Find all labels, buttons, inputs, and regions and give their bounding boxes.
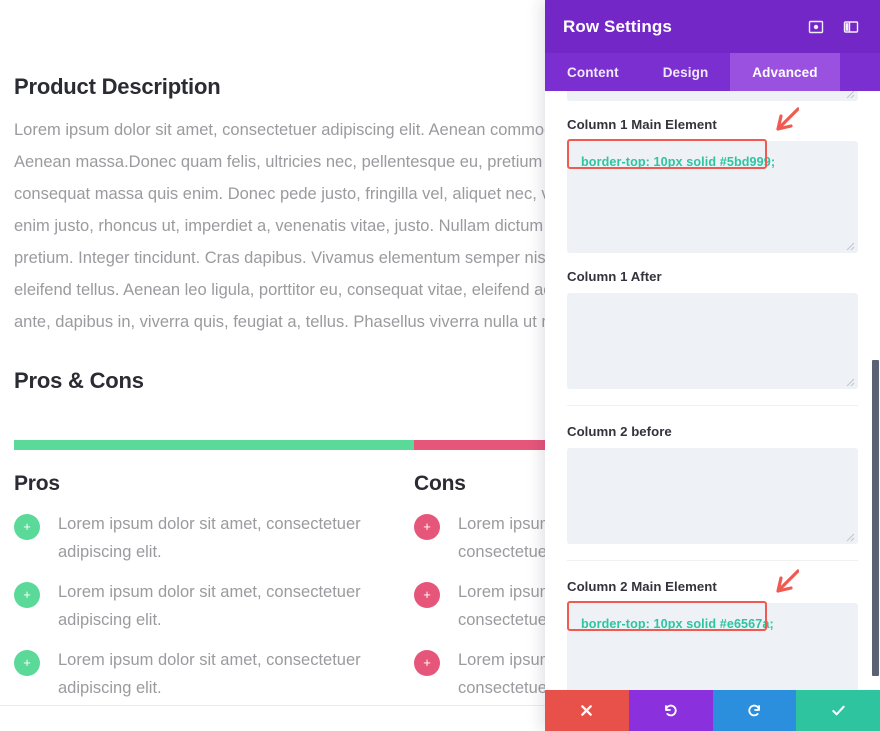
pros-top-border — [14, 440, 414, 450]
pros-item: + Lorem ipsum dolor sit amet, consectetue… — [14, 646, 386, 702]
column-top-borders — [14, 440, 560, 450]
undo-button[interactable] — [629, 690, 713, 731]
custom-css-textarea[interactable] — [567, 448, 858, 544]
settings-field: Column 1 Main Element border-top: 10px so… — [567, 117, 858, 269]
resize-handle-icon[interactable] — [843, 239, 855, 251]
cons-item: +Lorem ipsum dolor sit amet, consectetue… — [414, 646, 560, 702]
row-settings-panel: Row Settings Content Design Advanced Col… — [545, 0, 880, 731]
page-content: Product Description Lorem ipsum dolor si… — [0, 0, 560, 731]
resize-handle-icon[interactable] — [843, 375, 855, 387]
pros-title: Pros — [14, 472, 386, 496]
screen-root: Product Description Lorem ipsum dolor si… — [0, 0, 880, 731]
redo-button[interactable] — [713, 690, 797, 731]
settings-field: Column 2 Main Element border-top: 10px so… — [567, 579, 858, 690]
pros-item: + Lorem ipsum dolor sit amet, consectetue… — [14, 578, 386, 634]
custom-css-textarea[interactable] — [567, 91, 858, 101]
cancel-button[interactable] — [545, 690, 629, 731]
pros-cons-module: Pros + Lorem ipsum dolor sit amet, consec… — [14, 440, 560, 714]
panel-footer — [545, 690, 880, 731]
plus-circle-icon: + — [14, 582, 40, 608]
resize-handle-icon[interactable] — [843, 91, 855, 99]
cons-item: +Lorem ipsum dolor sit amet, consectetue… — [414, 578, 560, 634]
pros-item-text: Lorem ipsum dolor sit amet, consectetuer… — [58, 578, 386, 634]
cons-column: Cons +Lorem ipsum dolor sit amet, consec… — [414, 472, 560, 714]
settings-field — [567, 91, 858, 117]
pros-item-text: Lorem ipsum dolor sit amet, consectetuer… — [58, 510, 386, 566]
resize-handle-icon[interactable] — [843, 530, 855, 542]
pros-item-text: Lorem ipsum dolor sit amet, consectetuer… — [58, 646, 386, 702]
cons-list: +Lorem ipsum dolor sit amet, consectetue… — [414, 510, 560, 702]
plus-circle-icon: + — [14, 650, 40, 676]
pros-list: + Lorem ipsum dolor sit amet, consectetue… — [14, 510, 386, 702]
page-title: Product Description — [14, 74, 546, 100]
pros-item: + Lorem ipsum dolor sit amet, consectetue… — [14, 510, 386, 566]
cons-item: +Lorem ipsum dolor sit amet, consectetue… — [414, 510, 560, 566]
page-scrollbar[interactable] — [871, 0, 880, 731]
pros-cons-heading: Pros & Cons — [14, 368, 546, 394]
annotation-arrow-icon — [765, 569, 799, 599]
product-description-paragraph: Lorem ipsum dolor sit amet, consectetuer… — [14, 114, 560, 338]
custom-css-textarea[interactable]: border-top: 10px solid #5bd999; — [567, 141, 858, 253]
page-bottom-divider — [0, 705, 560, 706]
plus-circle-icon: + — [414, 582, 440, 608]
plus-circle-icon: + — [14, 514, 40, 540]
plus-circle-icon: + — [414, 514, 440, 540]
annotation-arrow-icon — [765, 107, 799, 137]
field-label: Column 1 Main Element — [567, 117, 858, 132]
cons-top-border — [414, 440, 560, 450]
field-label: Column 2 before — [567, 424, 858, 439]
custom-css-textarea[interactable] — [567, 293, 858, 389]
settings-field: Column 1 After — [567, 269, 858, 406]
fullscreen-icon[interactable] — [805, 16, 827, 38]
plus-circle-icon: + — [414, 650, 440, 676]
panel-tabbar: Content Design Advanced — [545, 53, 880, 91]
field-label: Column 2 Main Element — [567, 579, 858, 594]
field-label: Column 1 After — [567, 269, 858, 284]
panel-body: Column 1 Main Element border-top: 10px so… — [545, 91, 880, 690]
tab-advanced[interactable]: Advanced — [730, 53, 839, 91]
panel-header: Row Settings — [545, 0, 880, 53]
settings-field: Column 2 before — [567, 424, 858, 561]
layout-columns-icon[interactable] — [840, 16, 862, 38]
cons-title: Cons — [414, 472, 560, 496]
tab-content[interactable]: Content — [545, 53, 641, 91]
panel-title: Row Settings — [563, 17, 792, 37]
tab-design[interactable]: Design — [641, 53, 731, 91]
save-button[interactable] — [796, 690, 880, 731]
page-scrollbar-thumb[interactable] — [872, 360, 879, 676]
pros-column: Pros + Lorem ipsum dolor sit amet, consec… — [14, 472, 414, 714]
custom-css-textarea[interactable]: border-top: 10px solid #e6567a; — [567, 603, 858, 690]
